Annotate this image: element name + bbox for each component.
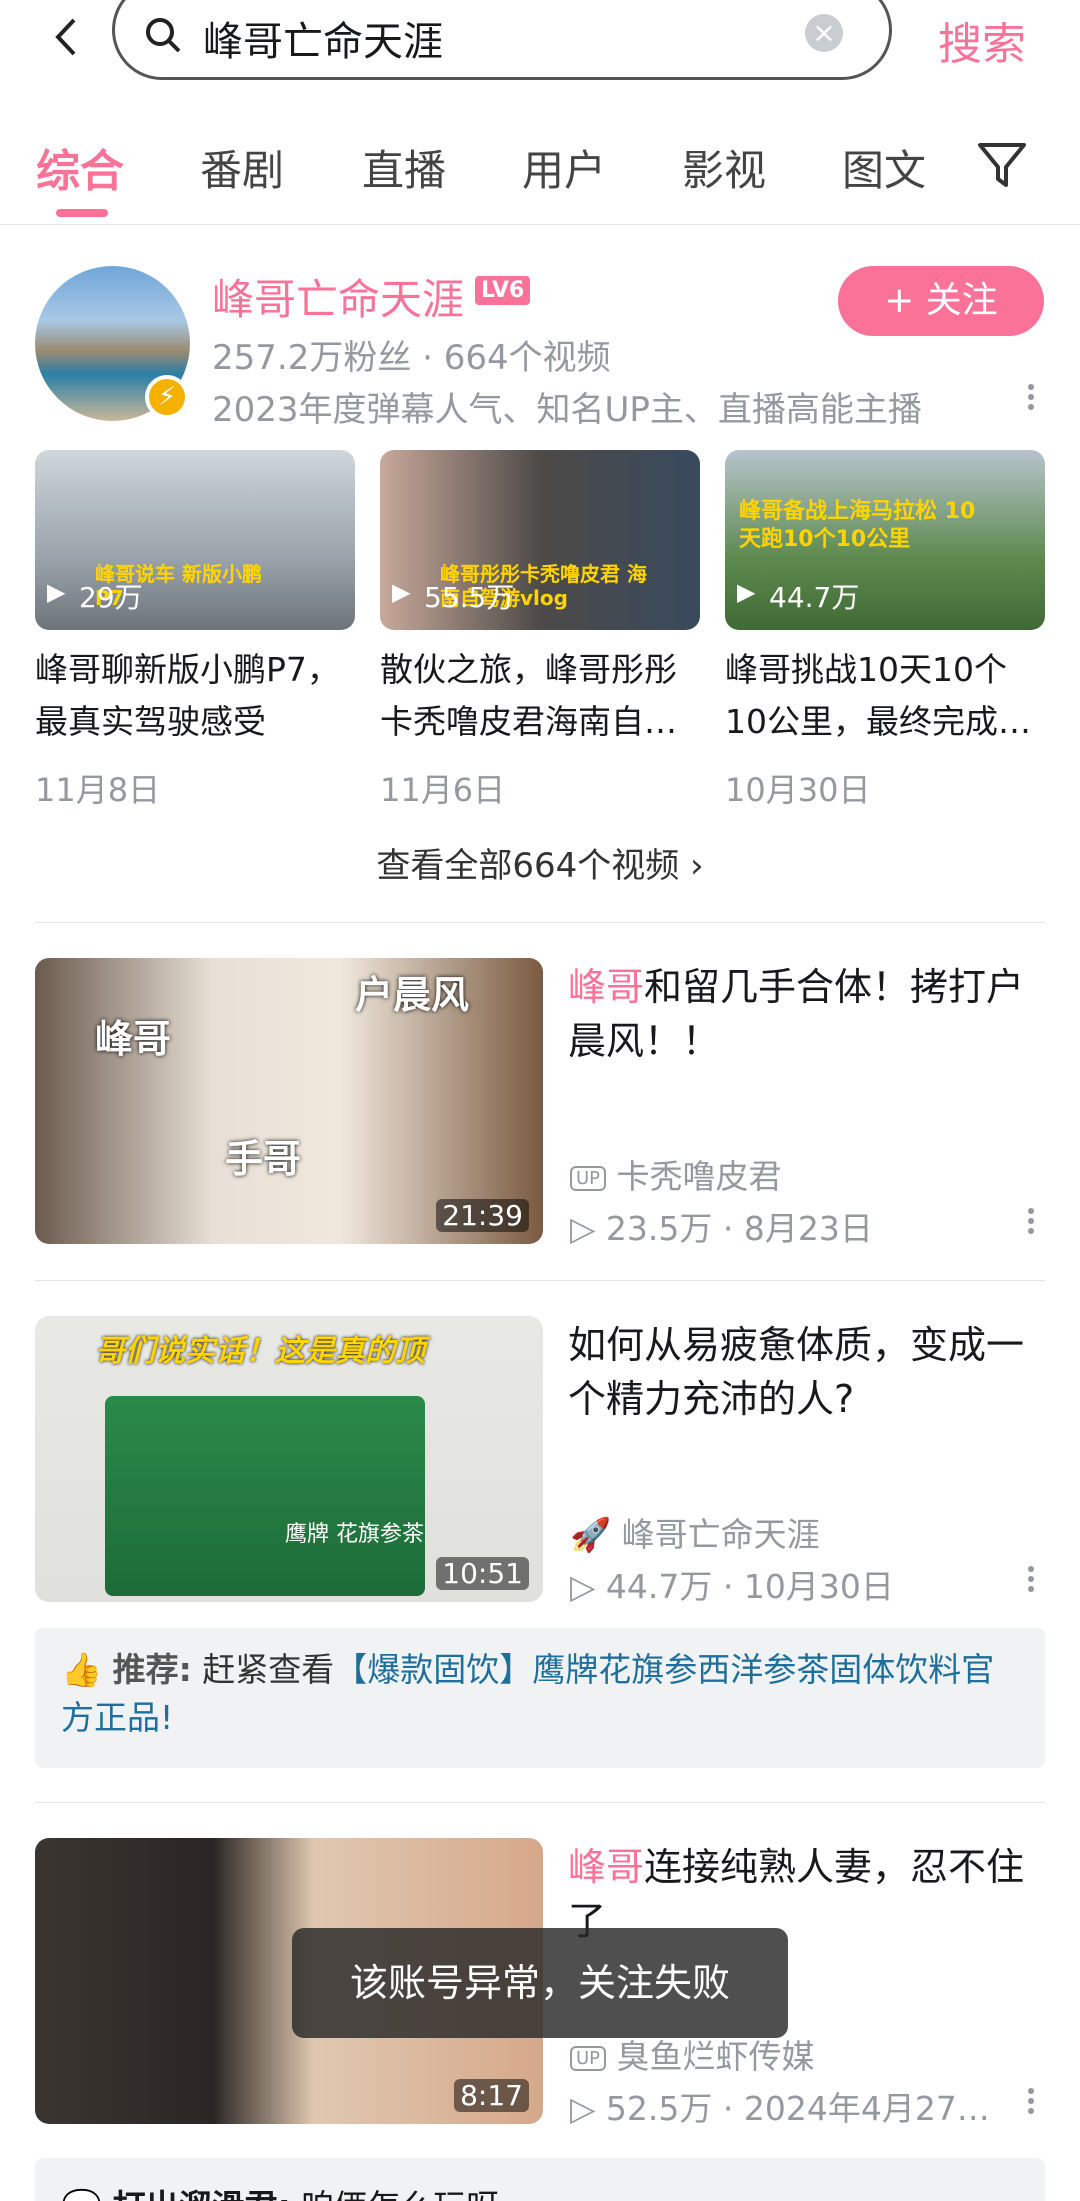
play-count-icon: ▷ [570,1567,596,1606]
result-title[interactable]: 如何从易疲惫体质，变成一个精力充沛的人? [568,1318,1038,1426]
author-name: 臭鱼烂虾传媒 [616,2037,815,2076]
back-icon[interactable] [46,12,86,62]
author[interactable]: 🚀 峰哥亡命天涯 [570,1508,820,1556]
play-count-icon: ▷ [570,1209,596,1248]
clear-icon[interactable]: × [805,14,843,52]
video-date: 11月6日 [380,771,506,809]
more-icon[interactable] [1028,1562,1036,1596]
next-label: 打出溜滑君: [113,2187,291,2201]
search-icon [146,18,181,53]
divider [35,1280,1045,1281]
video-thumb[interactable]: 峰哥彤彤卡秃噜皮君 海南自驾游vlog ▶ 55.5万 [380,450,700,630]
ad-banner[interactable]: 👍 推荐: 赶紧查看【爆款固饮】鹰牌花旗参西洋参茶固体饮料官方正品! [35,1628,1045,1768]
up-stats: 257.2万粉丝 · 664个视频 [212,338,611,378]
view-count: 55.5万 [424,581,515,614]
author[interactable]: UP 卡秃噜皮君 [570,1150,782,1198]
video-title[interactable]: 峰哥聊新版小鹏P7，最真实驾驶感受 [35,644,355,748]
title-highlight: 峰哥 [568,965,645,1009]
ad-link[interactable]: 【爆款固饮】鹰牌花旗参西洋参茶固体饮料官方正品! [61,1650,994,1737]
level-badge: LV6 [475,276,531,305]
tab-all[interactable]: 综合 [36,135,124,199]
view-count: 29万 [79,581,143,614]
play-icon: ▶ [47,578,66,606]
tab-film[interactable]: 影视 [682,137,766,198]
divider [35,922,1045,923]
thumb-text: 手哥 [225,1137,302,1181]
up-name[interactable]: 峰哥亡命天涯 [212,266,464,327]
duration: 21:39 [436,1199,529,1232]
up-tag-icon: UP [570,1166,607,1191]
meta-text: 23.5万 · 8月23日 [605,1209,873,1248]
more-icon[interactable] [1028,1204,1036,1238]
ad-label: 推荐: [112,1650,192,1689]
comment-icon: 💬 [61,2187,102,2201]
video-caption: 峰哥备战上海马拉松 10天跑10个10公里 [739,499,976,552]
divider [35,1802,1045,1803]
play-icon: ▶ [392,578,411,606]
tab-live[interactable]: 直播 [362,137,446,198]
title-text: 如何从易疲惫体质，变成一个精力充沛的人? [568,1323,1025,1421]
title-highlight: 峰哥 [568,1845,645,1889]
next-text: 咱俩怎么玩呀 [301,2187,499,2201]
search-box[interactable]: 峰哥亡命天涯 × [112,0,892,80]
more-icon[interactable] [1028,2084,1036,2118]
tab-user[interactable]: 用户 [522,137,606,198]
meta-text: 44.7万 · 10月30日 [605,1567,894,1606]
video-thumb[interactable]: 峰哥 户晨风 手哥 21:39 [35,958,543,1244]
view-count: 44.7万 [769,581,860,614]
duration: 8:17 [454,2079,529,2112]
next-comment[interactable]: 💬 打出溜滑君: 咱俩怎么玩呀 [35,2158,1045,2201]
tab-bangumi[interactable]: 番剧 [200,137,284,198]
thumb-text: 峰哥 [95,1017,172,1061]
filter-icon[interactable] [976,139,1028,191]
video-title[interactable]: 散伙之旅，峰哥彤彤卡秃噜皮君海南自… [380,644,700,748]
rocket-icon: 🚀 [570,1515,612,1554]
author-name: 卡秃噜皮君 [616,1157,782,1196]
video-meta: ▷ 52.5万 · 2024年4月27… [570,2082,990,2130]
follow-button[interactable]: + 关注 [838,266,1044,336]
more-icon[interactable] [1028,380,1036,414]
up-tag-icon: UP [570,2046,607,2071]
video-date: 10月30日 [725,771,871,809]
ad-pre: 赶紧查看 [202,1650,335,1689]
author-name: 峰哥亡命天涯 [621,1515,820,1554]
video-title[interactable]: 峰哥挑战10天10个10公里，最终完成… [725,644,1045,748]
product-box [105,1396,425,1596]
view-all-link[interactable]: 查看全部664个视频 › [0,838,1080,887]
video-meta: ▷ 44.7万 · 10月30日 [570,1560,894,1608]
video-thumb[interactable]: 哥们说实话！这是真的顶 鹰牌 花旗参茶 10:51 [35,1316,543,1602]
chevron-right-icon: › [690,846,704,886]
thumb-text: 户晨风 [355,973,470,1017]
search-input[interactable]: 峰哥亡命天涯 [203,9,443,67]
play-count-icon: ▷ [570,2089,596,2128]
video-thumb[interactable]: 峰哥备战上海马拉松 10天跑10个10公里 ▶ 44.7万 [725,450,1045,630]
thumbs-up-icon: 👍 [61,1650,103,1689]
view-all-label: 查看全部664个视频 [376,846,680,886]
up-tags: 2023年度弹幕人气、知名UP主、直播高能主播 [212,390,922,430]
result-title[interactable]: 峰哥和留几手合体！拷打户晨风！！ [568,960,1038,1068]
duration: 10:51 [436,1557,529,1590]
thumb-text: 鹰牌 花旗参茶 [285,1522,424,1547]
tab-article[interactable]: 图文 [842,137,926,198]
search-button[interactable]: 搜索 [938,8,1026,72]
tab-indicator [56,209,108,217]
meta-text: 52.5万 · 2024年4月27… [605,2089,990,2128]
verified-icon: ⚡ [145,375,189,419]
play-icon: ▶ [737,578,756,606]
thumb-text: 哥们说实话！这是真的顶 [95,1334,425,1369]
toast: 该账号异常，关注失败 [292,1928,788,2038]
video-date: 11月8日 [35,771,161,809]
tab-bar: 综合 番剧 直播 用户 影视 图文 [0,135,1080,225]
video-meta: ▷ 23.5万 · 8月23日 [570,1202,873,1250]
video-thumb[interactable]: 峰哥说车 新版小鹏P7 ▶ 29万 [35,450,355,630]
